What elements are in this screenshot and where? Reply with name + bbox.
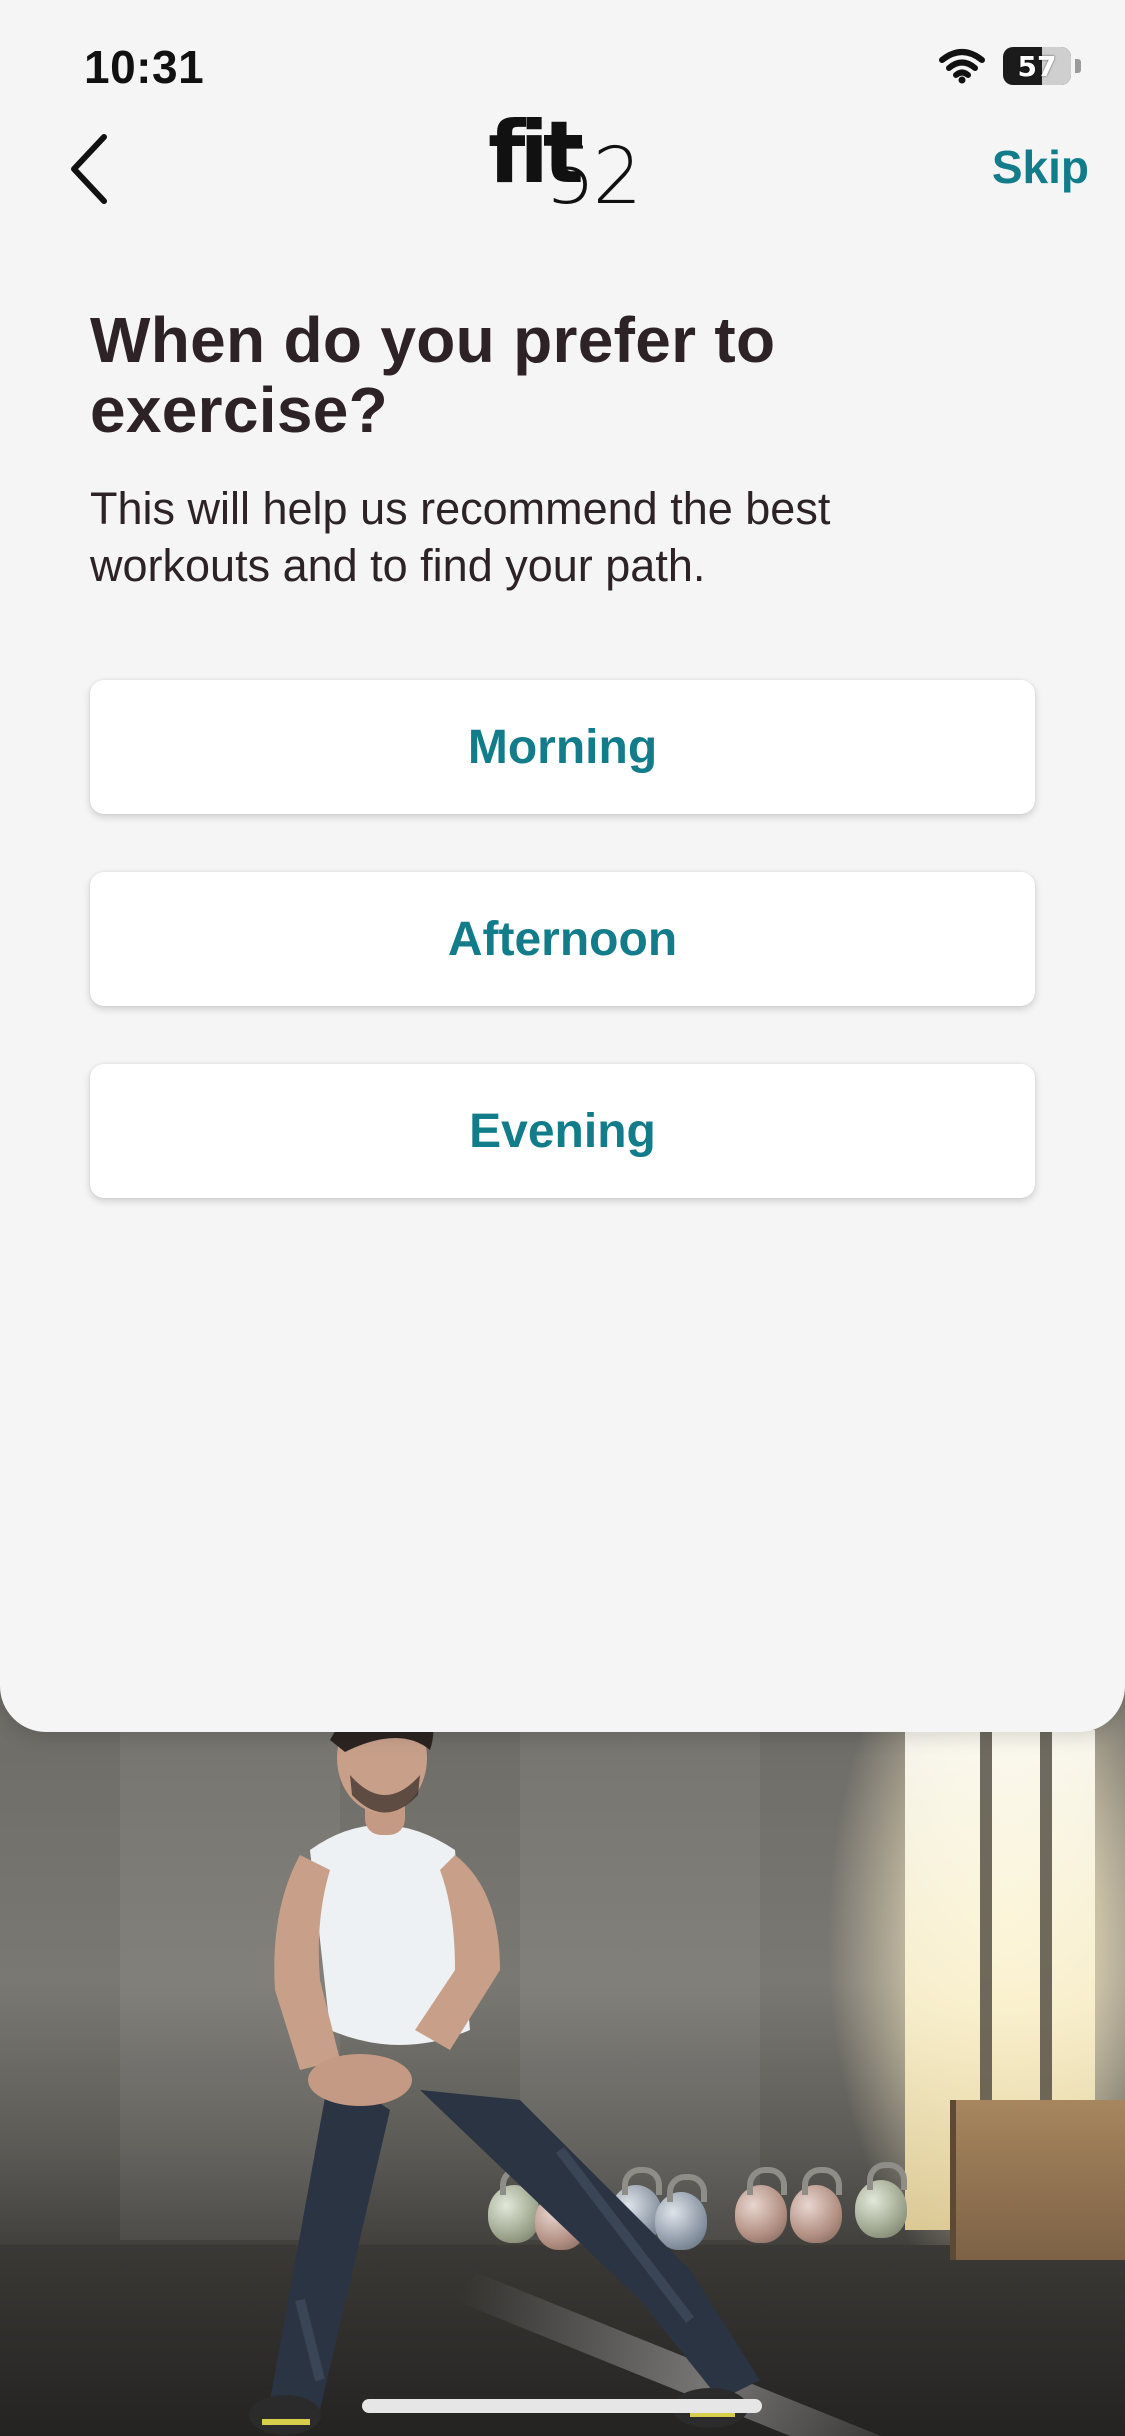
wifi-icon <box>939 49 985 84</box>
logo-text-number: 52 <box>546 132 642 222</box>
page-subtitle: This will help us recommend the best wor… <box>90 483 831 591</box>
option-morning-button[interactable]: Morning <box>90 680 1035 814</box>
home-indicator <box>362 2399 762 2413</box>
skip-button[interactable]: Skip <box>992 140 1089 194</box>
option-label: Evening <box>469 1104 656 1158</box>
status-time: 10:31 <box>84 41 205 93</box>
battery-percent: 57 <box>1017 49 1057 83</box>
battery-icon: 57 <box>1003 47 1071 85</box>
option-evening-button[interactable]: Evening <box>90 1064 1035 1198</box>
fit52-logo: fit 52 <box>480 110 650 220</box>
back-button[interactable] <box>48 124 128 214</box>
page-title: When do you prefer to exercise? <box>90 304 776 446</box>
status-icons: 57 <box>939 46 1081 86</box>
option-label: Afternoon <box>447 912 678 966</box>
background-photo <box>0 1680 1125 2436</box>
battery-tip <box>1075 59 1081 73</box>
question-sheet: 10:31 57 fit 52 Skip When do you prefer … <box>0 0 1125 1732</box>
option-label: Morning <box>467 720 658 774</box>
option-afternoon-button[interactable]: Afternoon <box>90 872 1035 1006</box>
chevron-left-icon <box>71 134 107 204</box>
athlete-figure <box>249 1696 760 2435</box>
